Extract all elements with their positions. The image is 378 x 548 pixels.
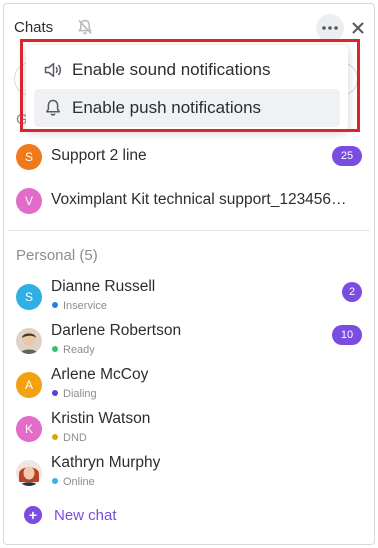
contact-name: Kristin Watson: [51, 410, 151, 427]
contact-item-kristin-watson[interactable]: K Kristin Watson DND: [16, 408, 362, 448]
highlight-box: [20, 39, 360, 132]
status-indicator: DND: [52, 432, 87, 444]
contact-name: Darlene Robertson: [51, 322, 182, 339]
avatar-photo: [16, 460, 42, 486]
avatar: S: [16, 144, 42, 170]
contact-item-kathryn-murphy[interactable]: Kathryn Murphy Online: [16, 452, 362, 492]
status-indicator: Inservice: [52, 300, 107, 312]
chat-name: Voximplant Kit technical support_123456…: [51, 191, 347, 208]
avatar: K: [16, 416, 42, 442]
chat-item-voximplant-kit-support[interactable]: V Voximplant Kit technical support_12345…: [16, 180, 362, 220]
unread-badge: 10: [332, 325, 362, 345]
chat-item-support-2-line[interactable]: S Support 2 line 25: [16, 136, 362, 176]
chat-name: Support 2 line: [51, 147, 147, 164]
more-options-button[interactable]: [316, 14, 344, 42]
avatar: A: [16, 372, 42, 398]
status-indicator: Online: [52, 476, 95, 488]
contact-name: Arlene McCoy: [51, 366, 149, 383]
unread-badge: 2: [342, 282, 362, 302]
section-divider: [8, 230, 370, 231]
bell-off-icon[interactable]: [76, 18, 94, 36]
status-indicator: Ready: [52, 344, 95, 356]
close-icon[interactable]: [348, 18, 368, 38]
contact-item-arlene-mccoy[interactable]: A Arlene McCoy Dialing: [16, 364, 362, 404]
contact-item-dianne-russell[interactable]: S Dianne Russell Inservice 2: [16, 276, 362, 316]
plus-circle-icon: +: [24, 506, 42, 524]
chats-title: Chats: [14, 19, 54, 36]
status-indicator: Dialing: [52, 388, 97, 400]
contact-name: Dianne Russell: [51, 278, 156, 295]
more-horizontal-icon: [322, 26, 338, 30]
avatar-photo: [16, 328, 42, 354]
contact-item-darlene-robertson[interactable]: Darlene Robertson Ready 10: [16, 320, 362, 360]
personal-section-title: Personal (5): [16, 247, 98, 264]
contact-name: Kathryn Murphy: [51, 454, 161, 471]
avatar: V: [16, 188, 42, 214]
unread-badge: 25: [332, 146, 362, 166]
chats-header: Chats: [12, 14, 368, 42]
new-chat-label: New chat: [54, 507, 117, 524]
avatar: S: [16, 284, 42, 310]
